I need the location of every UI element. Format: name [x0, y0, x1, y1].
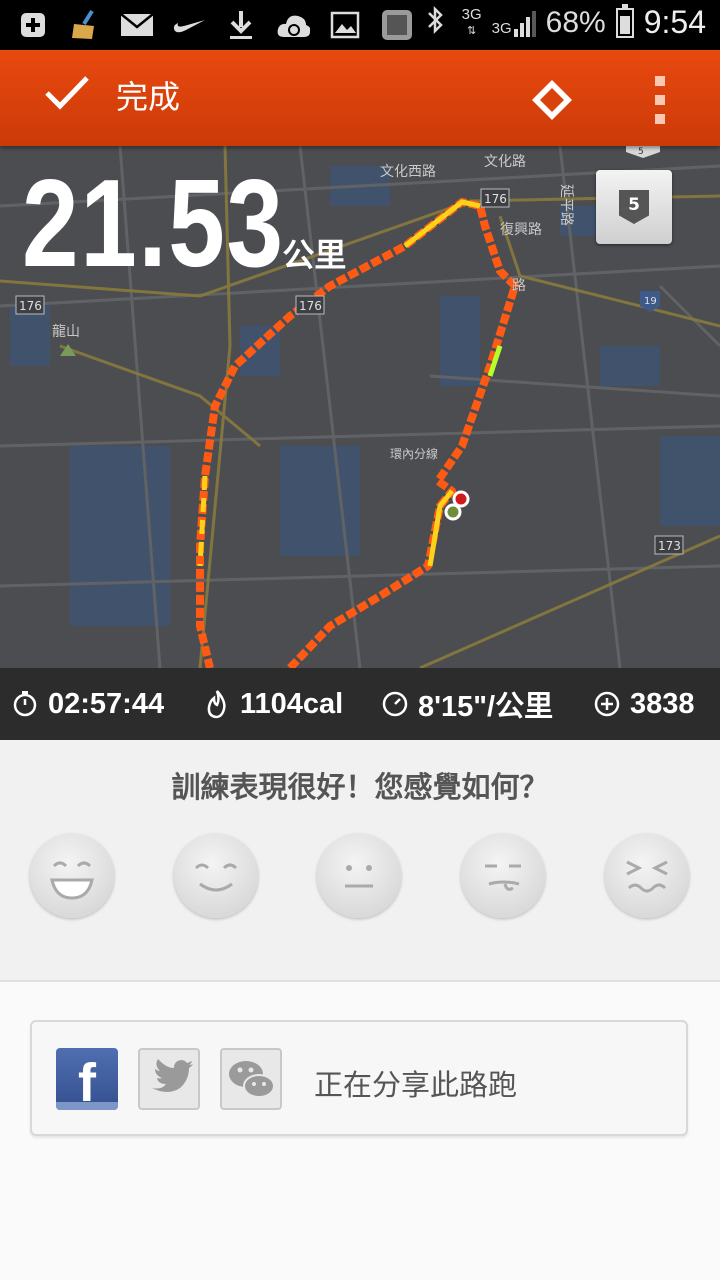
add-notification-icon — [16, 8, 50, 42]
map-label-place: 龍山 — [52, 323, 80, 340]
map-label-road: 文化西路 — [380, 164, 436, 180]
mail-icon — [120, 8, 154, 42]
feeling-prompt: 訓練表現很好！您感覺如何？ — [171, 770, 549, 804]
stopwatch-icon — [12, 691, 38, 717]
battery-icon — [615, 3, 634, 38]
bluetooth-icon — [426, 4, 444, 41]
fuel-value: 3838 — [630, 687, 695, 720]
distance-value: 21.53 — [22, 155, 285, 293]
menu-dot-icon — [655, 114, 665, 124]
run-stats-bar: 02:57:44 1104cal 8'15"/公里 3838 — [0, 668, 720, 740]
app-icon — [380, 8, 414, 42]
unhappy-face-icon[interactable] — [605, 834, 689, 918]
route-shield: 176 — [484, 192, 507, 206]
battery-percent: 68% — [545, 5, 606, 39]
share-card[interactable]: f 正在分享此路跑 — [30, 1020, 688, 1136]
route-directions-button[interactable] — [530, 78, 574, 126]
pace-gauge-icon — [382, 691, 408, 717]
stat-pace: 8'15"/公里 — [382, 668, 553, 740]
neutral-face-icon[interactable] — [317, 834, 401, 918]
map-label-road: 文化路 — [484, 154, 526, 170]
lap-count: 5 — [628, 195, 640, 215]
share-section: f 正在分享此路跑 — [0, 982, 720, 1280]
network-type-indicator: 3G ⇅ — [461, 5, 482, 37]
map-label-road: 路 — [512, 278, 526, 294]
map-label-road: 環內分線 — [390, 446, 438, 461]
wechat-icon[interactable] — [220, 1048, 282, 1110]
duration-value: 02:57:44 — [48, 687, 165, 720]
lap-badge-button[interactable]: 5 — [596, 170, 672, 244]
nikefuel-icon — [594, 691, 620, 717]
start-marker-icon — [444, 503, 462, 521]
status-bar: 3G ⇅ 3G 68% 9:54 — [0, 0, 720, 50]
meh-face-icon[interactable] — [461, 834, 545, 918]
happy-face-icon[interactable] — [174, 834, 258, 918]
cloud-sync-icon — [276, 8, 310, 42]
map-label-road: 復興路 — [500, 221, 542, 238]
calories-value: 1104cal — [240, 687, 344, 720]
feeling-section: 訓練表現很好！您感覺如何？ — [0, 740, 720, 982]
facebook-icon[interactable]: f — [56, 1048, 118, 1110]
pace-value: 8'15"/公里 — [418, 691, 554, 723]
route-shield: 176 — [299, 299, 322, 313]
clock: 9:54 — [643, 4, 706, 40]
overflow-menu-button[interactable] — [655, 76, 669, 124]
route-diamond-icon — [532, 80, 572, 120]
route-shield: 173 — [658, 539, 681, 553]
signal-strength-icon: 3G — [492, 9, 536, 37]
very-happy-face-icon[interactable] — [30, 834, 114, 918]
image-icon — [328, 8, 362, 42]
checkmark-icon — [44, 75, 90, 115]
download-icon — [224, 8, 258, 42]
menu-dot-icon — [655, 76, 665, 86]
done-label: 完成 — [116, 78, 181, 116]
cleaner-broom-icon — [68, 8, 102, 42]
route-shield: 19 — [644, 296, 657, 307]
distance-display: 21.53 公里 — [22, 162, 346, 286]
network-type-label: 3G — [491, 19, 512, 37]
stat-fuel: 3838 — [594, 668, 695, 740]
done-button[interactable]: 完成 — [44, 72, 180, 118]
map-label-road: 延平路 — [558, 184, 574, 226]
distance-unit: 公里 — [282, 236, 347, 274]
share-label: 正在分享此路跑 — [314, 1068, 518, 1102]
nike-swoosh-icon — [172, 8, 206, 42]
stat-duration: 02:57:44 — [12, 668, 164, 740]
end-marker-icon — [452, 490, 470, 508]
twitter-icon[interactable] — [138, 1048, 200, 1110]
route-shield: 176 — [19, 299, 42, 313]
route-shield: 5 — [638, 147, 644, 157]
lap-shield-icon: 5 — [619, 190, 649, 224]
menu-dot-icon — [655, 95, 665, 105]
stat-calories: 1104cal — [204, 668, 343, 740]
flame-icon — [204, 690, 230, 719]
action-bar: 完成 — [0, 50, 720, 146]
